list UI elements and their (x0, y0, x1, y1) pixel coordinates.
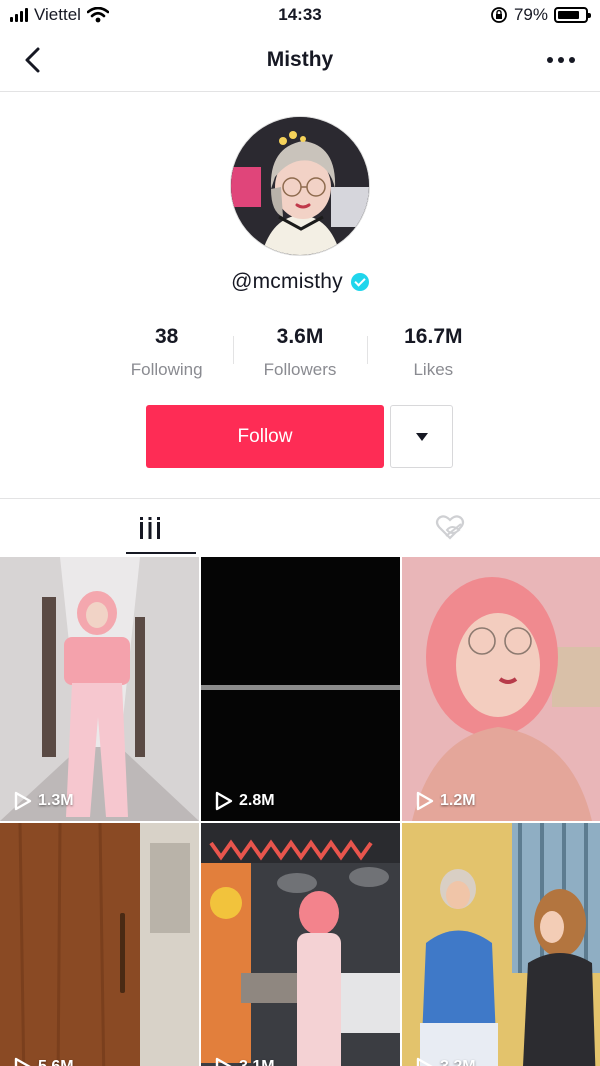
tab-videos[interactable] (0, 499, 300, 557)
play-icon (215, 1057, 232, 1066)
nav-bar: Misthy (0, 30, 600, 92)
stat-label: Likes (413, 360, 454, 379)
view-count: 3.1M (239, 1058, 275, 1066)
follow-button[interactable]: Follow (146, 405, 384, 468)
grid-bars-icon (140, 517, 160, 539)
status-bar: Viettel 14:33 79% (0, 0, 600, 30)
view-count: 1.3M (38, 792, 74, 809)
active-tab-indicator (126, 552, 196, 554)
avatar[interactable] (230, 116, 370, 256)
stat-value: 38 (154, 325, 179, 348)
stat-likes: 16.7M Likes (366, 322, 500, 380)
video-thumbnail-image (0, 557, 199, 821)
stat-value: 16.7M (404, 325, 463, 348)
rotation-lock-icon (491, 7, 507, 23)
video-thumbnail-image (402, 557, 600, 821)
profile-tabs (0, 498, 600, 556)
view-count: 5.6M (38, 1058, 74, 1066)
stat-following[interactable]: 38 Following (100, 322, 233, 380)
verified-badge-icon (350, 273, 369, 291)
video-thumbnail[interactable]: 3.2M (402, 823, 600, 1066)
tab-liked[interactable] (300, 499, 600, 557)
stat-label: Followers (263, 360, 337, 379)
play-icon (416, 791, 434, 811)
stat-value: 3.6M (276, 325, 324, 348)
video-thumbnail-image (0, 823, 199, 1066)
video-thumbnail[interactable]: 5.6M (0, 823, 199, 1066)
video-thumbnail-image (201, 823, 400, 1066)
video-thumbnail[interactable]: 1.2M (402, 557, 600, 821)
caret-down-icon (415, 432, 428, 441)
username: @mcmisthy (231, 270, 343, 293)
play-icon (14, 791, 32, 811)
video-thumbnail[interactable]: 1.3M (0, 557, 199, 821)
suggested-accounts-button[interactable] (390, 405, 453, 468)
profile-stats: 38 Following 3.6M Followers 16.7M Likes (100, 322, 500, 380)
video-thumbnail[interactable]: 2.8M (201, 557, 400, 821)
view-count: 1.2M (440, 792, 476, 809)
view-count: 2.8M (239, 792, 275, 809)
stat-followers[interactable]: 3.6M Followers (233, 322, 366, 380)
play-icon (416, 1057, 433, 1066)
video-grid: 1.3M 2.8M 1.2M (0, 557, 600, 1066)
video-thumbnail[interactable]: 3.1M (201, 823, 400, 1066)
stat-label: Following (130, 360, 203, 379)
view-count: 3.2M (440, 1058, 476, 1066)
hidden-heart-icon (435, 515, 465, 540)
play-icon (14, 1057, 31, 1066)
play-icon (215, 791, 233, 811)
battery-percent: 79% (513, 5, 548, 24)
page-title: Misthy (266, 48, 334, 71)
video-thumbnail-image (402, 823, 600, 1066)
video-thumbnail-image (201, 557, 400, 821)
ellipsis-icon[interactable] (544, 48, 578, 72)
battery-icon (554, 7, 591, 23)
